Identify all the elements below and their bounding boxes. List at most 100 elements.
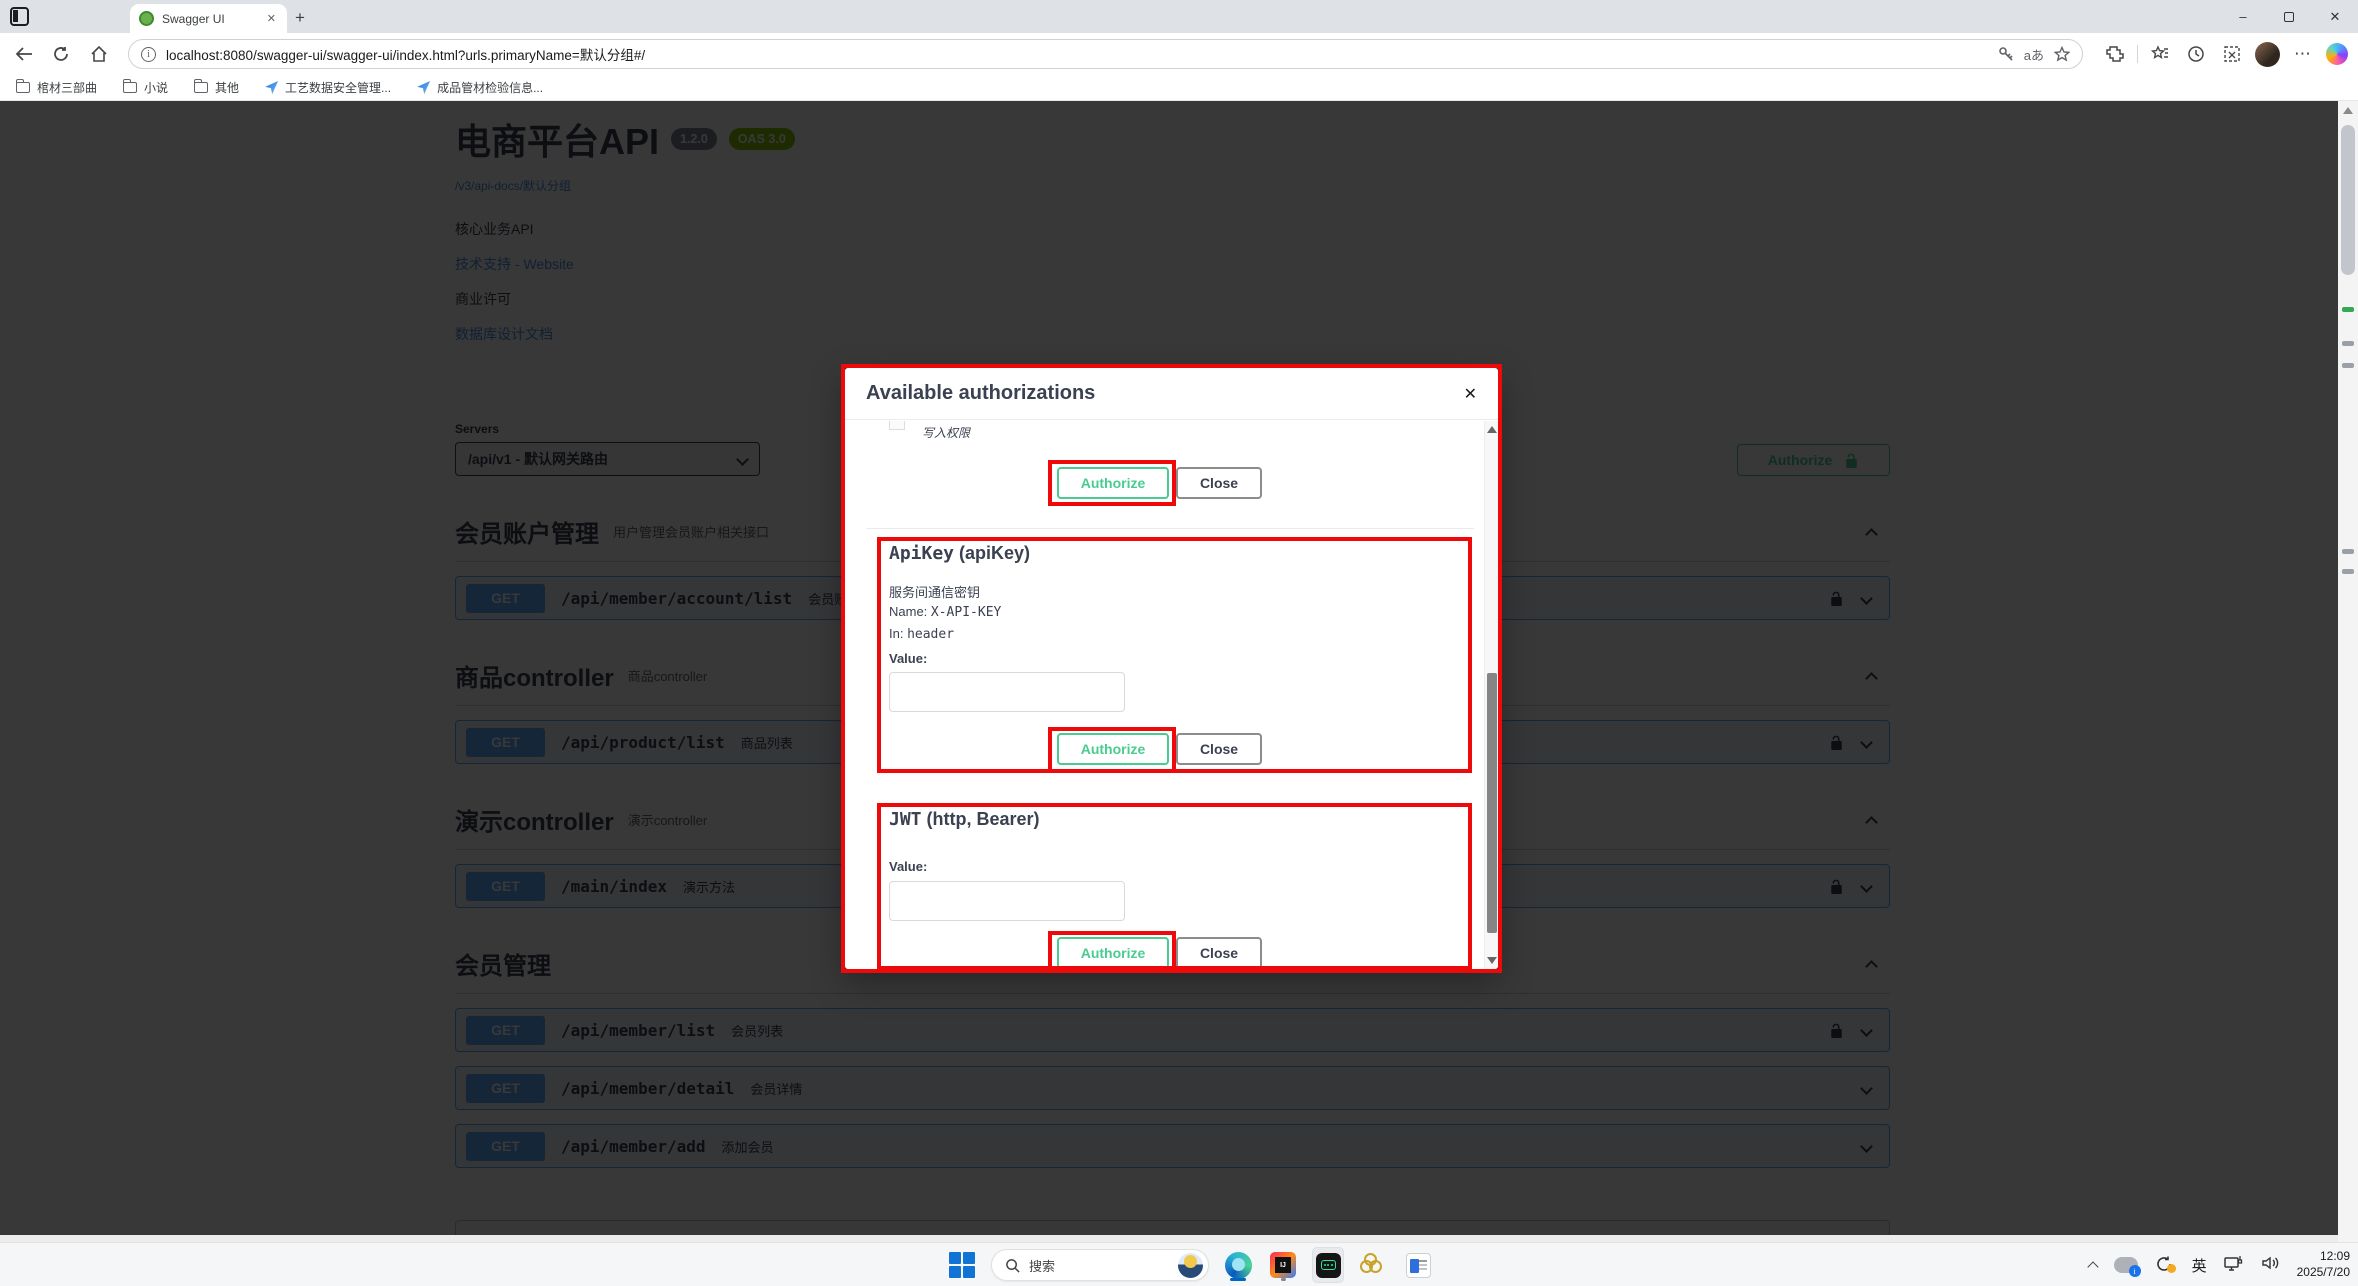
taskbar-search[interactable]: 搜索 <box>991 1249 1209 1281</box>
edge-icon <box>1224 1251 1252 1279</box>
browser-tab[interactable]: Swagger UI ✕ <box>130 4 287 33</box>
screenshot-icon[interactable] <box>2219 41 2245 67</box>
new-tab-button[interactable]: + <box>295 8 305 28</box>
terminal-icon <box>1315 1252 1341 1278</box>
intellij-icon: IJ <box>1270 1252 1296 1278</box>
scroll-down-icon[interactable] <box>1487 957 1497 964</box>
modal-body: 写入权限 Authorize Close ApiKey (apiKey) 服务间… <box>845 421 1484 969</box>
modal-scrollbar[interactable] <box>1484 421 1498 969</box>
taskbar-app-edge[interactable] <box>1222 1247 1254 1283</box>
scroll-marker <box>2342 569 2354 574</box>
browser-menu-icon[interactable]: ⋯ <box>2290 41 2316 67</box>
bookmark-folder[interactable]: 棺材三部曲 <box>16 79 97 96</box>
taskbar-app-idea[interactable]: IJ <box>1267 1247 1299 1283</box>
scope-checkbox[interactable] <box>889 421 905 430</box>
open-indicator <box>1281 1278 1286 1281</box>
folder-icon <box>194 79 209 93</box>
bookmark-label: 工艺数据安全管理... <box>285 81 392 95</box>
url-text[interactable]: localhost:8080/swagger-ui/swagger-ui/ind… <box>166 44 1988 64</box>
taskbar: 搜索 IJ i 英 12:09 2025/7/20 <box>0 1242 2358 1286</box>
taskbar-app-terminal[interactable] <box>1312 1247 1344 1283</box>
bookmark-site-icon <box>417 81 431 94</box>
extensions-icon[interactable] <box>2102 41 2128 67</box>
bookmark-folder[interactable]: 其他 <box>194 79 239 96</box>
apikey-value-label: Value: <box>889 651 928 666</box>
page-scrollbar-thumb[interactable] <box>2341 125 2355 275</box>
taskbar-app-window[interactable] <box>1402 1247 1434 1283</box>
browser-tab-strip: Swagger UI ✕ + – ✕ <box>0 0 2358 33</box>
jwt-value-label: Value: <box>889 859 928 874</box>
refresh-icon[interactable] <box>46 39 76 69</box>
scroll-marker <box>2342 363 2354 368</box>
favorites-bar-icon[interactable] <box>2147 41 2173 67</box>
modal-title: Available authorizations <box>866 382 1096 404</box>
bookmark-folder[interactable]: 小说 <box>123 79 168 96</box>
back-icon[interactable] <box>8 39 38 69</box>
modal-header: Available authorizations ✕ <box>845 368 1498 420</box>
scroll-marker <box>2342 549 2354 554</box>
navicat-icon <box>1360 1252 1386 1278</box>
weather-icon[interactable] <box>1178 1252 1203 1278</box>
scroll-up-icon[interactable] <box>1486 426 1497 433</box>
modal-scrollbar-thumb[interactable] <box>1487 673 1497 933</box>
site-info-icon[interactable]: i <box>141 46 156 62</box>
horizontal-scrollbar[interactable] <box>0 1235 2338 1242</box>
jwt-close-button[interactable]: Close <box>1176 937 1262 969</box>
cloud-sync-icon[interactable]: i <box>2113 1257 2141 1277</box>
tray-chevron-up-icon[interactable] <box>2086 1261 2099 1273</box>
scroll-marker <box>2342 307 2354 312</box>
bookmark-item[interactable]: 工艺数据安全管理... <box>265 79 391 96</box>
tab-close-icon[interactable]: ✕ <box>265 10 278 27</box>
address-bar[interactable]: i localhost:8080/swagger-ui/swagger-ui/i… <box>128 39 2083 69</box>
bookmark-label: 其他 <box>215 81 240 95</box>
bookmark-site-icon <box>265 81 279 94</box>
swagger-favicon-icon <box>139 11 154 26</box>
search-icon <box>1006 1258 1020 1273</box>
jwt-authorize-button[interactable]: Authorize <box>1057 937 1169 969</box>
window-controls: – ✕ <box>2220 0 2358 33</box>
bookmark-item[interactable]: 成品管材检验信息... <box>417 79 543 96</box>
screen: Swagger UI ✕ + – ✕ i localhost:8080/swag… <box>0 0 2358 1286</box>
minimize-button[interactable]: – <box>2220 0 2266 33</box>
bookmark-label: 棺材三部曲 <box>37 81 98 95</box>
password-key-icon[interactable] <box>1998 46 2014 62</box>
network-icon[interactable] <box>2223 1254 2244 1277</box>
modal-close-button[interactable]: Close <box>1176 467 1262 499</box>
folder-icon <box>123 79 138 93</box>
history-icon[interactable] <box>2183 41 2209 67</box>
tab-title: Swagger UI <box>162 11 225 26</box>
folder-icon <box>16 79 30 93</box>
jwt-value-input[interactable] <box>889 881 1125 921</box>
section-divider <box>866 528 1474 529</box>
page-scrollbar[interactable] <box>2338 101 2358 1242</box>
profile-avatar[interactable] <box>2255 41 2280 67</box>
scope-description: 写入权限 <box>922 426 971 440</box>
bookmark-label: 小说 <box>144 81 169 95</box>
volume-icon[interactable] <box>2261 1255 2280 1276</box>
update-sync-icon[interactable] <box>2155 1255 2176 1275</box>
authorizations-modal: Available authorizations ✕ 写入权限 Authoriz… <box>845 368 1498 969</box>
bookmark-label: 成品管材检验信息... <box>437 81 544 95</box>
tray-clock[interactable]: 12:09 2025/7/20 <box>2297 1249 2350 1280</box>
taskbar-app-navicat[interactable] <box>1357 1247 1389 1283</box>
home-icon[interactable] <box>84 39 114 69</box>
copilot-icon[interactable] <box>2326 43 2348 65</box>
modal-close-icon[interactable]: ✕ <box>1464 384 1477 404</box>
scroll-up-icon[interactable] <box>2343 107 2353 114</box>
apikey-authorize-button[interactable]: Authorize <box>1057 733 1169 765</box>
page-viewport: 电商平台API 1.2.0 OAS 3.0 /v3/api-docs/默认分组 … <box>0 101 2338 1242</box>
window-close-button[interactable]: ✕ <box>2312 0 2358 33</box>
start-button[interactable] <box>946 1247 978 1283</box>
bookmarks-bar: 棺材三部曲 小说 其他 工艺数据安全管理... 成品管材检验信息... <box>0 75 2358 101</box>
tray-date: 2025/7/20 <box>2296 1265 2350 1279</box>
maximize-button[interactable] <box>2266 0 2312 33</box>
favorite-star-icon[interactable] <box>2054 46 2070 62</box>
apikey-name-row: Name: X-API-KEY <box>889 604 1002 620</box>
apikey-close-button[interactable]: Close <box>1176 733 1262 765</box>
workspace-icon[interactable] <box>10 7 29 26</box>
translate-icon[interactable]: aあ <box>2024 45 2044 64</box>
modal-authorize-button[interactable]: Authorize <box>1057 467 1169 499</box>
ime-indicator[interactable]: 英 <box>2192 1255 2207 1276</box>
apikey-value-input[interactable] <box>889 672 1125 712</box>
notification-dot <box>2166 1264 2176 1273</box>
